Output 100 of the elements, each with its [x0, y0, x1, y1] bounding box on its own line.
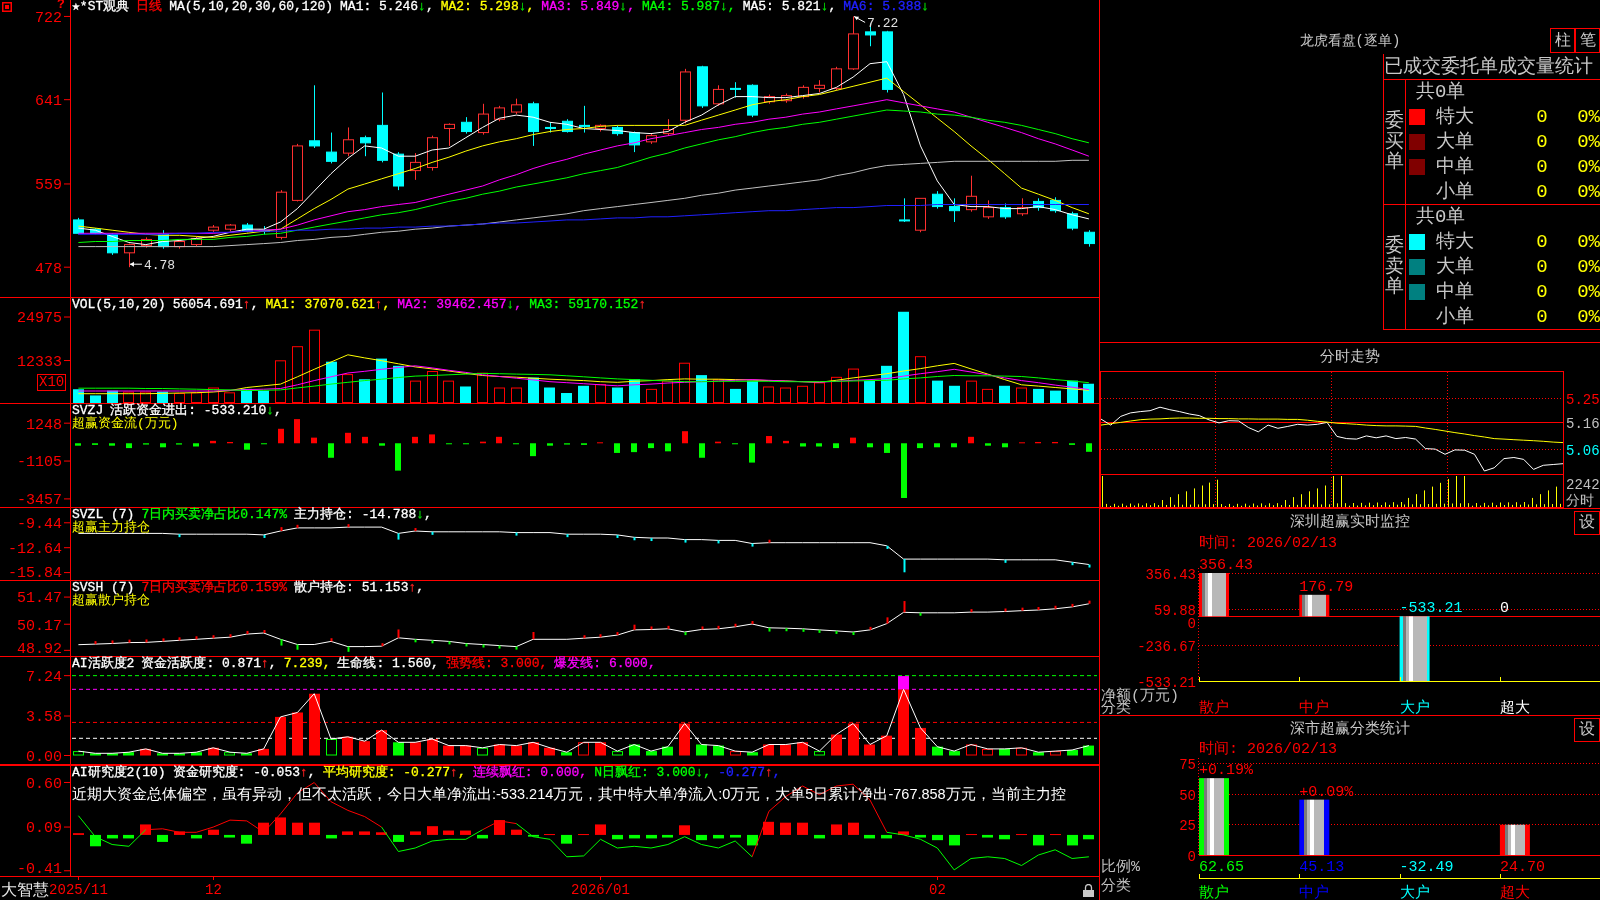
category-label: 中户	[1299, 700, 1330, 715]
date-label: 02	[929, 882, 946, 898]
order-share: 0%	[1577, 180, 1600, 203]
order-size-label: 特大	[1436, 231, 1474, 254]
axis-label: 5.16	[1566, 415, 1600, 432]
order-count: 0	[1536, 131, 1548, 153]
value-label: 356.43	[1199, 557, 1253, 574]
category-label: 中户	[1299, 885, 1330, 900]
indicator-text: 日线	[136, 0, 163, 13]
order-count: 0	[1536, 106, 1548, 129]
category-label: 超大	[1499, 700, 1530, 715]
high-price-label: 7.22	[867, 16, 899, 32]
category-label: 大户	[1399, 700, 1430, 715]
value-label: 176.79	[1299, 578, 1354, 596]
axis-label: -3457	[17, 492, 62, 507]
indicator-text: 爆发线: 6.000,	[554, 657, 656, 670]
axis-label: 1248	[26, 416, 62, 434]
indicator-text: SVSH (7)	[72, 581, 135, 594]
axis-label: 25	[1179, 817, 1196, 834]
indicator-text: MA(5,10,20,30,60,120)	[169, 0, 334, 13]
category-label: 大户	[1399, 885, 1430, 900]
indicator-text: N日飘红: 3.000↓,	[594, 766, 712, 779]
value-label: 45.13	[1299, 859, 1345, 876]
axis-label: -0.41	[17, 861, 62, 879]
indicator-text: MA4: 5.987↓,	[642, 0, 736, 13]
indicator-text: VOL(5,10,20)	[72, 298, 166, 311]
order-size-label: 中单	[1436, 155, 1474, 178]
order-share: 0%	[1577, 155, 1600, 178]
axis-label: 48.92	[17, 641, 62, 656]
value-label: -32.49	[1399, 859, 1454, 876]
indicator-text: 主力持仓: -14.788↓,	[294, 508, 432, 521]
table-title: 已成交委托单成交量统计	[1384, 55, 1593, 78]
indicator-text: 散户持仓: 51.153↑,	[294, 581, 425, 594]
indicator-text: SVZL (7)	[72, 508, 135, 521]
axis-label: 3.58	[26, 709, 62, 727]
axis-label: 7.24	[26, 669, 62, 687]
volume-caption: 分时	[1566, 493, 1594, 508]
order-count: 0	[1536, 155, 1548, 178]
axis-label: -236.67	[1137, 638, 1196, 655]
axis-label: 5.06	[1566, 442, 1600, 459]
order-total: 共0单	[1416, 206, 1466, 229]
order-total: 共0单	[1416, 81, 1466, 104]
order-size-label: 小单	[1436, 305, 1474, 328]
axis-label: 356.43	[1145, 566, 1196, 583]
indicator-text: MA3: 5.849↓,	[541, 0, 635, 13]
value-label: 0	[1499, 600, 1509, 618]
indicator-text: 56054.691↑,	[172, 298, 259, 311]
axis-label: 559	[35, 177, 62, 195]
indicator-text: 强势线: 3.000,	[445, 657, 548, 670]
axis-label: -1105	[17, 454, 62, 472]
indicator-text: 7日内买卖净占比0.159%	[141, 581, 288, 594]
indicator-text: SVZJ	[72, 404, 104, 417]
indicator-text: -0.277↑,	[718, 766, 781, 779]
date-label: 时间: 2026/02/13	[1199, 741, 1338, 758]
order-size-label: 大单	[1436, 131, 1474, 153]
indicator-text: 生命线: 1.560,	[337, 657, 439, 670]
order-share: 0%	[1577, 256, 1600, 278]
axis-label: 50.17	[17, 617, 62, 635]
panel-title: 深圳超赢实时监控	[1290, 513, 1410, 531]
value-label: 62.65	[1199, 859, 1244, 876]
brand-name: 大智慧	[1, 880, 49, 899]
category-label: 散户	[1199, 885, 1229, 900]
indicator-text: MA6: 5.388↓	[843, 0, 930, 13]
date-label: 2026/01	[571, 882, 630, 898]
axis-label: 75	[1179, 757, 1196, 774]
panel-title: 龙虎看盘(逐单)	[1299, 33, 1401, 49]
indicator-text: 平均研究度: -0.277↑,	[322, 766, 466, 779]
indicator-text: MA2: 39462.457↓,	[397, 298, 523, 311]
value-label: -533.21	[1399, 600, 1463, 618]
axis-label: -15.84	[8, 565, 62, 580]
category-label: 散户	[1199, 700, 1229, 715]
axis-label: 0	[1187, 848, 1196, 865]
indicator-text: 活跃资金进出: -533.210↓,	[110, 404, 282, 417]
side-label: 委买单	[1385, 110, 1404, 174]
low-price-label: 4.78	[143, 258, 176, 274]
order-share: 0%	[1577, 106, 1600, 129]
indicator-title: 超赢资金流(万元)	[72, 417, 179, 430]
indicator-text: 资金活跃度: 0.871↑,	[141, 657, 277, 670]
axis-label: 51.47	[17, 590, 62, 608]
panel-title: 分时走势	[1320, 348, 1380, 366]
axis-label: 641	[35, 93, 62, 111]
axis-label: 50	[1179, 787, 1196, 804]
volume-scale-label: 2242	[1566, 477, 1600, 494]
date-label: 12	[205, 882, 222, 898]
date-label: 2025/11	[49, 882, 108, 898]
indicator-text: ★*ST观典	[72, 0, 130, 13]
order-size-label: 大单	[1436, 256, 1474, 278]
axis-label: 0.09	[26, 820, 62, 838]
axis-label: -12.64	[8, 541, 62, 559]
indicator-text: MA2: 5.298↓,	[440, 0, 535, 13]
indicator-text: MA5: 5.821↓,	[742, 0, 837, 13]
unit-label: X10	[37, 374, 67, 391]
axis-label: 24975	[17, 310, 62, 328]
axis-label: 0.00	[26, 748, 62, 764]
indicator-text: 资金研究度: -0.053↑,	[172, 766, 316, 779]
axis-label: 722	[35, 9, 62, 27]
panel-title: 深市超赢分类统计	[1290, 720, 1410, 738]
indicator-title: 超赢主力持仓	[72, 521, 150, 534]
value-label: 24.70	[1499, 859, 1545, 876]
indicator-text: MA1: 37070.621↑,	[265, 298, 391, 311]
